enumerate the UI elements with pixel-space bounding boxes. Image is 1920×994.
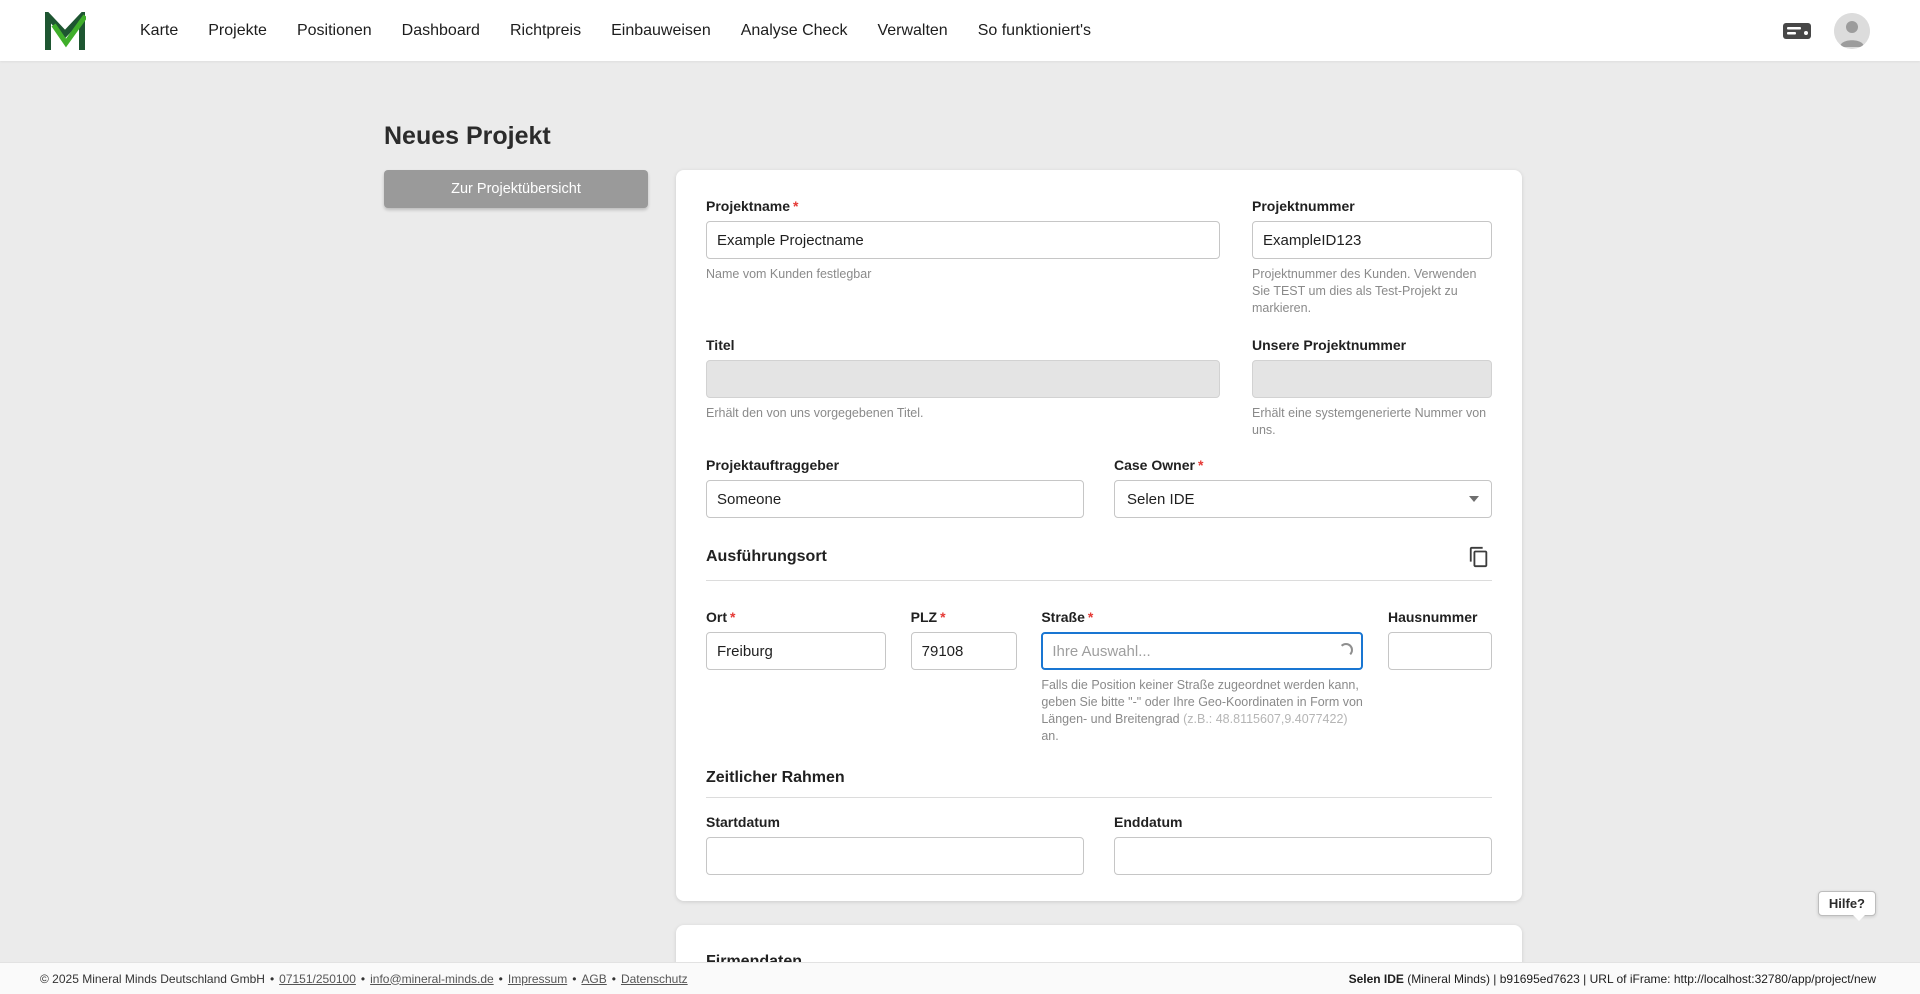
section-divider xyxy=(706,580,1492,581)
nav-item-verwalten[interactable]: Verwalten xyxy=(877,22,947,40)
main-menu: Karte Projekte Positionen Dashboard Rich… xyxy=(140,22,1782,40)
case-owner-select[interactable]: Selen IDE xyxy=(1114,480,1492,518)
plz-input[interactable] xyxy=(911,632,1017,670)
enddatum-field: Enddatum xyxy=(1114,814,1492,875)
main-content: Neues Projekt Zur Projektübersicht Proje… xyxy=(0,61,1920,994)
footer-session-info: Selen IDE (Mineral Minds) | b91695ed7623… xyxy=(1349,972,1876,986)
plz-label: PLZ* xyxy=(911,609,1017,625)
required-marker: * xyxy=(1198,457,1203,473)
required-marker: * xyxy=(730,609,735,625)
projektauftraggeber-label: Projektauftraggeber xyxy=(706,457,1084,473)
case-owner-field: Case Owner* Selen IDE xyxy=(1114,457,1492,518)
unsere-projektnummer-helper: Erhält eine systemgenerierte Nummer von … xyxy=(1252,405,1492,439)
startdatum-label: Startdatum xyxy=(706,814,1084,830)
footer-meta: (Mineral Minds) | b91695ed7623 | URL of … xyxy=(1404,972,1876,986)
unsere-projektnummer-field: Unsere Projektnummer Erhält eine systemg… xyxy=(1252,337,1492,439)
nav-item-einbauweisen[interactable]: Einbauweisen xyxy=(611,22,711,40)
projektauftraggeber-field: Projektauftraggeber xyxy=(706,457,1084,518)
footer-link-datenschutz[interactable]: Datenschutz xyxy=(621,972,688,986)
titel-label: Titel xyxy=(706,337,1220,353)
projektnummer-helper: Projektnummer des Kunden. Verwenden Sie … xyxy=(1252,266,1492,317)
projektname-label: Projektname* xyxy=(706,198,1220,214)
nav-right-actions xyxy=(1782,13,1870,49)
required-marker: * xyxy=(940,609,945,625)
nav-item-richtpreis[interactable]: Richtpreis xyxy=(510,22,581,40)
mineral-minds-logo-icon[interactable] xyxy=(44,11,86,51)
hausnummer-label: Hausnummer xyxy=(1388,609,1492,625)
titel-input xyxy=(706,360,1220,398)
page-title: Neues Projekt xyxy=(384,121,1920,151)
titel-helper: Erhält den von uns vorgegebenen Titel. xyxy=(706,405,1220,422)
nav-item-so-funktionierts[interactable]: So funktioniert's xyxy=(978,22,1091,40)
unsere-projektnummer-input xyxy=(1252,360,1492,398)
projektnummer-input[interactable] xyxy=(1252,221,1492,259)
projektauftraggeber-input[interactable] xyxy=(706,480,1084,518)
section-title-ausfuehrungsort: Ausführungsort xyxy=(706,548,827,566)
strasse-label: Straße* xyxy=(1041,609,1363,625)
case-owner-label: Case Owner* xyxy=(1114,457,1492,473)
nav-item-positionen[interactable]: Positionen xyxy=(297,22,372,40)
footer-separator: • xyxy=(361,972,365,986)
projektnummer-label: Projektnummer xyxy=(1252,198,1492,214)
section-title-zeitlicher-rahmen: Zeitlicher Rahmen xyxy=(706,769,845,787)
projektname-field: Projektname* Name vom Kunden festlegbar xyxy=(706,198,1220,283)
startdatum-field: Startdatum xyxy=(706,814,1084,875)
required-marker: * xyxy=(1088,609,1093,625)
section-divider xyxy=(706,797,1492,798)
startdatum-input[interactable] xyxy=(706,837,1084,875)
footer-separator: • xyxy=(612,972,616,986)
server-icon[interactable] xyxy=(1782,20,1812,42)
hausnummer-input[interactable] xyxy=(1388,632,1492,670)
footer-separator: • xyxy=(572,972,576,986)
enddatum-input[interactable] xyxy=(1114,837,1492,875)
plz-field: PLZ* xyxy=(911,609,1017,670)
zur-projektuebersicht-button[interactable]: Zur Projektübersicht xyxy=(384,170,648,208)
copy-address-button[interactable] xyxy=(1466,544,1492,570)
ort-input[interactable] xyxy=(706,632,886,670)
top-navigation: Karte Projekte Positionen Dashboard Rich… xyxy=(0,0,1920,61)
unsere-projektnummer-label: Unsere Projektnummer xyxy=(1252,337,1492,353)
strasse-input[interactable] xyxy=(1041,632,1363,670)
help-button[interactable]: Hilfe? xyxy=(1818,891,1876,916)
strasse-field: Straße* Falls die Position keiner Straße… xyxy=(1041,609,1363,745)
strasse-helper: Falls die Position keiner Straße zugeord… xyxy=(1041,677,1363,745)
nav-item-karte[interactable]: Karte xyxy=(140,22,178,40)
enddatum-label: Enddatum xyxy=(1114,814,1492,830)
projektnummer-field: Projektnummer Projektnummer des Kunden. … xyxy=(1252,198,1492,317)
chevron-down-icon xyxy=(1469,496,1479,502)
projektname-helper: Name vom Kunden festlegbar xyxy=(706,266,1220,283)
ort-field: Ort* xyxy=(706,609,886,670)
footer-link-phone[interactable]: 07151/250100 xyxy=(279,972,356,986)
copyright-text: © 2025 Mineral Minds Deutschland GmbH xyxy=(40,972,265,986)
case-owner-value: Selen IDE xyxy=(1127,491,1195,508)
footer-link-agb[interactable]: AGB xyxy=(581,972,606,986)
hausnummer-field: Hausnummer xyxy=(1388,609,1492,670)
footer-link-impressum[interactable]: Impressum xyxy=(508,972,567,986)
footer-separator: • xyxy=(270,972,274,986)
footer-user-name: Selen IDE xyxy=(1349,972,1404,986)
ort-label: Ort* xyxy=(706,609,886,625)
nav-item-projekte[interactable]: Projekte xyxy=(208,22,267,40)
projektname-input[interactable] xyxy=(706,221,1220,259)
nav-item-dashboard[interactable]: Dashboard xyxy=(402,22,480,40)
footer-link-email[interactable]: info@mineral-minds.de xyxy=(370,972,494,986)
copy-icon xyxy=(1468,546,1490,568)
required-marker: * xyxy=(793,198,798,214)
project-form-card: Projektname* Name vom Kunden festlegbar … xyxy=(676,170,1522,901)
page-footer: © 2025 Mineral Minds Deutschland GmbH • … xyxy=(0,962,1920,994)
nav-item-analyse-check[interactable]: Analyse Check xyxy=(741,22,848,40)
footer-separator: • xyxy=(499,972,503,986)
user-avatar-icon[interactable] xyxy=(1834,13,1870,49)
titel-field: Titel Erhält den von uns vorgegebenen Ti… xyxy=(706,337,1220,422)
